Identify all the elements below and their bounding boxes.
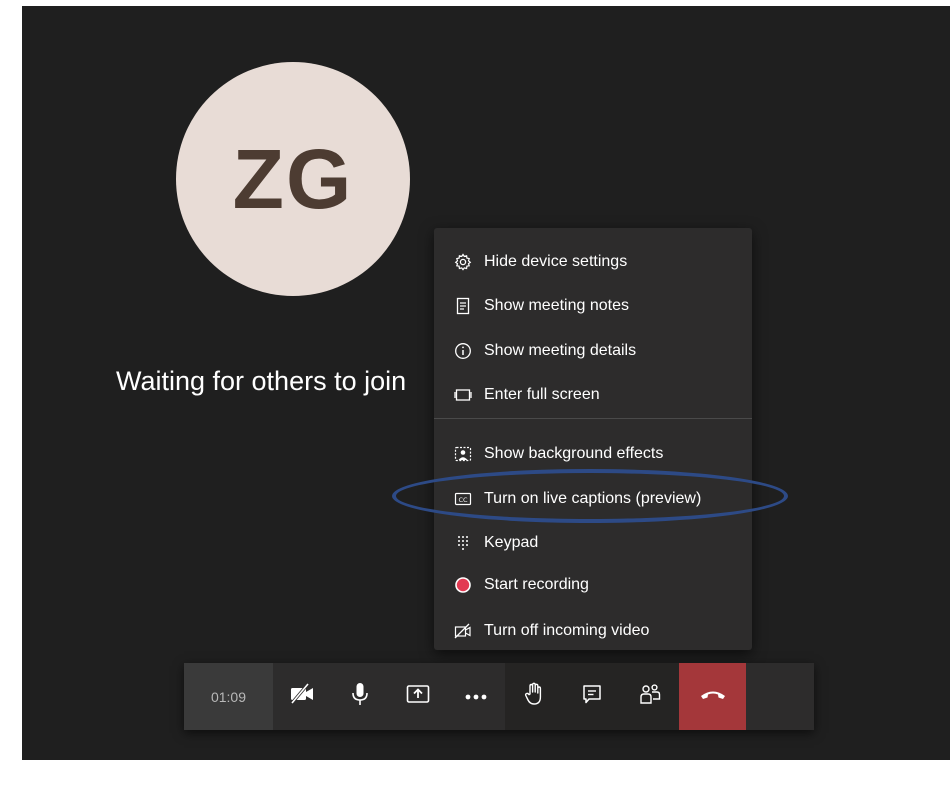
menu-item-show-meeting-notes[interactable]: Show meeting notes <box>434 286 752 326</box>
chat-button[interactable] <box>563 663 621 730</box>
phone-hangup-icon <box>699 687 727 706</box>
hand-icon <box>523 682 545 711</box>
microphone-button[interactable] <box>331 663 389 730</box>
menu-item-label: Show meeting details <box>484 342 637 359</box>
ellipsis-icon <box>464 688 488 706</box>
menu-item-label: Turn off incoming video <box>484 622 650 639</box>
raise-hand-button[interactable] <box>505 663 563 730</box>
camera-toggle-button[interactable] <box>273 663 331 730</box>
video-off-icon <box>289 682 315 710</box>
keypad-icon <box>454 534 472 552</box>
background-effects-icon <box>454 445 472 463</box>
menu-item-label: Show meeting notes <box>484 297 629 314</box>
menu-item-hide-device-settings[interactable]: Hide device settings <box>434 242 752 282</box>
notes-icon <box>454 297 472 315</box>
call-timer: 01:09 <box>184 663 273 730</box>
avatar: ZG <box>176 62 410 296</box>
menu-item-label: Start recording <box>484 576 589 593</box>
share-icon <box>406 683 430 710</box>
menu-divider <box>434 418 752 419</box>
menu-item-show-meeting-details[interactable]: Show meeting details <box>434 331 752 371</box>
menu-item-label: Keypad <box>484 534 539 551</box>
meeting-stage: ZG Waiting for others to join Hide devic… <box>22 6 950 760</box>
video-off-icon <box>454 622 472 640</box>
info-icon <box>454 342 472 360</box>
participants-button[interactable] <box>621 663 679 730</box>
highlight-annotation <box>392 469 788 523</box>
menu-item-enter-full-screen[interactable]: Enter full screen <box>434 375 752 415</box>
menu-item-turn-off-incoming-video[interactable]: Turn off incoming video <box>434 611 752 651</box>
share-screen-button[interactable] <box>389 663 447 730</box>
call-toolbar: 01:09 <box>184 663 814 730</box>
fullscreen-icon <box>454 386 472 404</box>
more-actions-button[interactable] <box>447 663 505 730</box>
waiting-message: Waiting for others to join <box>116 366 407 396</box>
gear-icon <box>454 253 472 271</box>
menu-item-show-background-effects[interactable]: Show background effects <box>434 434 752 474</box>
menu-item-label: Hide device settings <box>484 253 628 270</box>
toolbar-main-controls <box>273 663 505 730</box>
avatar-initials: ZG <box>232 131 354 226</box>
menu-item-label: Enter full screen <box>484 386 600 403</box>
microphone-icon <box>350 682 370 711</box>
hang-up-button[interactable] <box>679 663 746 730</box>
menu-item-label: Show background effects <box>484 445 664 462</box>
chat-icon <box>581 683 603 710</box>
menu-item-start-recording[interactable]: Start recording <box>434 565 752 605</box>
menu-item-keypad[interactable]: Keypad <box>434 523 752 563</box>
more-actions-menu: Hide device settings Show meeting notes … <box>434 228 752 650</box>
toolbar-secondary-controls <box>505 663 679 730</box>
people-icon <box>638 683 662 710</box>
record-icon <box>454 576 472 594</box>
